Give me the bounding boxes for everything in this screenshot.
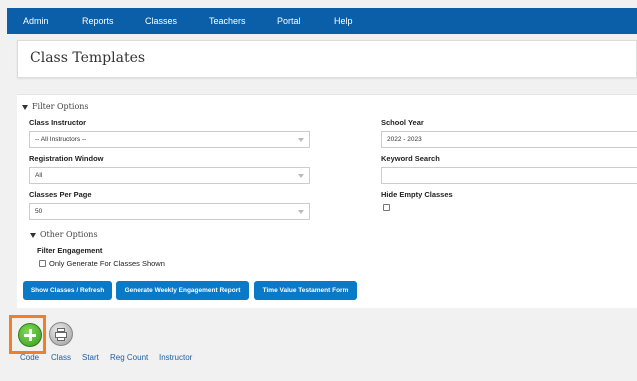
class-instructor-select[interactable]: -- All Instructors -- — [29, 131, 310, 148]
filter-options-label: Filter Options — [32, 102, 89, 111]
nav-item-admin[interactable]: Admin — [23, 16, 49, 26]
school-year-value: 2022 - 2023 — [387, 136, 422, 143]
column-header-code[interactable]: Code — [20, 353, 39, 362]
keyword-search-input[interactable] — [381, 167, 637, 184]
only-generate-checkbox[interactable] — [39, 260, 46, 267]
chevron-down-icon — [298, 210, 304, 214]
other-options-toggle[interactable]: Other Options — [13, 230, 98, 239]
column-header-start[interactable]: Start — [82, 353, 99, 362]
caret-down-icon — [22, 104, 28, 110]
only-generate-label: Only Generate For Classes Shown — [49, 259, 165, 268]
registration-window-value: All — [35, 172, 43, 179]
other-options-label: Other Options — [40, 230, 98, 239]
class-instructor-label: Class Instructor — [29, 118, 87, 127]
column-header-reg-count[interactable]: Reg Count — [110, 353, 148, 362]
nav-item-reports[interactable]: Reports — [82, 16, 114, 26]
classes-per-page-label: Classes Per Page — [29, 190, 92, 199]
page-title: Class Templates — [30, 50, 146, 66]
show-classes-refresh-button[interactable]: Show Classes / Refresh — [23, 281, 112, 300]
registration-window-select[interactable]: All — [29, 167, 310, 184]
filter-options-toggle[interactable]: Filter Options — [22, 102, 89, 111]
column-header-instructor[interactable]: Instructor — [159, 353, 192, 362]
chevron-down-icon — [298, 174, 304, 178]
school-year-label: School Year — [381, 118, 424, 127]
plus-icon[interactable] — [18, 323, 42, 347]
nav-item-teachers[interactable]: Teachers — [209, 16, 246, 26]
nav-item-help[interactable]: Help — [334, 16, 353, 26]
time-value-testament-form-button[interactable]: Time Value Testament Form — [254, 281, 357, 300]
filter-panel: Filter Options Class Instructor -- All I… — [17, 94, 637, 308]
filter-engagement-label: Filter Engagement — [37, 246, 103, 255]
keyword-search-label: Keyword Search — [381, 154, 440, 163]
hide-empty-classes-label: Hide Empty Classes — [381, 190, 453, 199]
print-icon[interactable] — [49, 322, 73, 346]
classes-per-page-select[interactable]: 50 — [29, 203, 310, 220]
column-header-class[interactable]: Class — [51, 353, 71, 362]
nav-item-portal[interactable]: Portal — [277, 16, 301, 26]
classes-per-page-value: 50 — [35, 208, 43, 215]
caret-down-icon — [30, 232, 36, 238]
title-panel: Class Templates — [17, 40, 637, 78]
generate-weekly-engagement-report-button[interactable]: Generate Weekly Engagement Report — [116, 281, 249, 300]
nav-item-classes[interactable]: Classes — [145, 16, 177, 26]
class-instructor-value: -- All Instructors -- — [35, 136, 87, 143]
add-class-highlight — [9, 315, 46, 354]
top-nav-bar: Admin Reports Classes Teachers Portal He… — [7, 8, 637, 34]
chevron-down-icon — [298, 138, 304, 142]
hide-empty-classes-checkbox[interactable] — [383, 204, 390, 211]
registration-window-label: Registration Window — [29, 154, 104, 163]
school-year-select[interactable]: 2022 - 2023 — [381, 131, 637, 148]
